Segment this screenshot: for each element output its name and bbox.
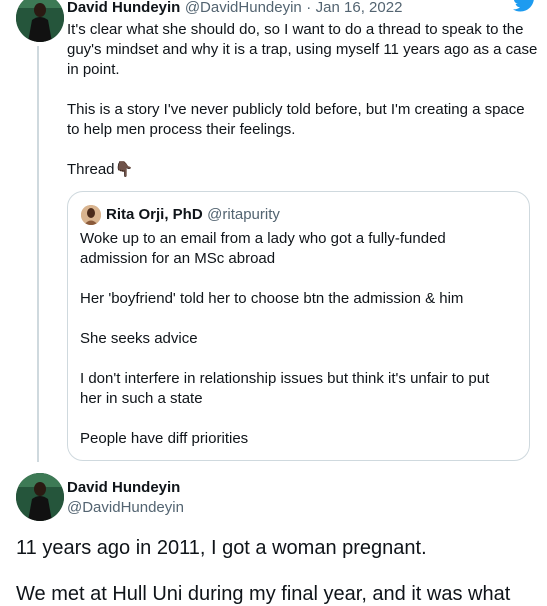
quoted-text-line: People have diff priorities [80,430,249,447]
tweet-text-line: We met at Hull Uni during my final year,… [16,583,511,605]
quoted-header: Rita Orji, PhD @ritapurity [106,205,280,225]
author-handle[interactable]: @DavidHundeyin [185,0,302,16]
quoted-text-line: her in such a state [80,390,203,407]
tweet-text-line: 11 years ago in 2011, I got a woman preg… [16,537,427,559]
tweet-header: David Hundeyin @DavidHundeyin · Jan 16, … [67,0,402,18]
tweet-text-line: Thread👇🏿 [67,160,133,180]
author-avatar[interactable] [16,0,64,42]
twitter-bird-icon [513,0,534,12]
quoted-author-handle: @ritapurity [207,206,280,223]
quoted-author-name: Rita Orji, PhD [106,206,203,223]
tweet-text-line: guy's mindset and why it is a trap, usin… [67,41,538,58]
quoted-text-line: She seeks advice [80,330,198,347]
tweet-date[interactable]: Jan 16, 2022 [316,0,403,16]
quoted-text-line: admission for an MSc abroad [80,250,276,267]
author-avatar[interactable] [16,473,64,521]
pointing-down-emoji: 👇🏿 [114,161,134,178]
tweet-text-line: in point. [67,61,120,78]
meta-separator: · [306,0,312,16]
quoted-tweet-card[interactable]: Rita Orji, PhD @ritapurity Woke up to an… [67,191,530,461]
tweet-text-line: It's clear what she should do, so I want… [67,21,524,38]
quoted-text-line: Woke up to an email from a lady who got … [80,230,446,247]
quoted-text-line: Her 'boyfriend' told her to choose btn t… [80,290,464,307]
author-handle[interactable]: @DavidHundeyin [67,498,184,518]
thread-connector-line [37,46,39,462]
quoted-author-avatar [81,205,101,225]
author-name[interactable]: David Hundeyin [67,478,180,498]
tweet-text-line: This is a story I've never publicly told… [67,101,525,118]
quoted-text-line: I don't interfere in relationship issues… [80,370,490,387]
author-name[interactable]: David Hundeyin [67,0,180,16]
thread-label: Thread [67,161,115,178]
tweet-text-line: to help men process their feelings. [67,121,296,138]
